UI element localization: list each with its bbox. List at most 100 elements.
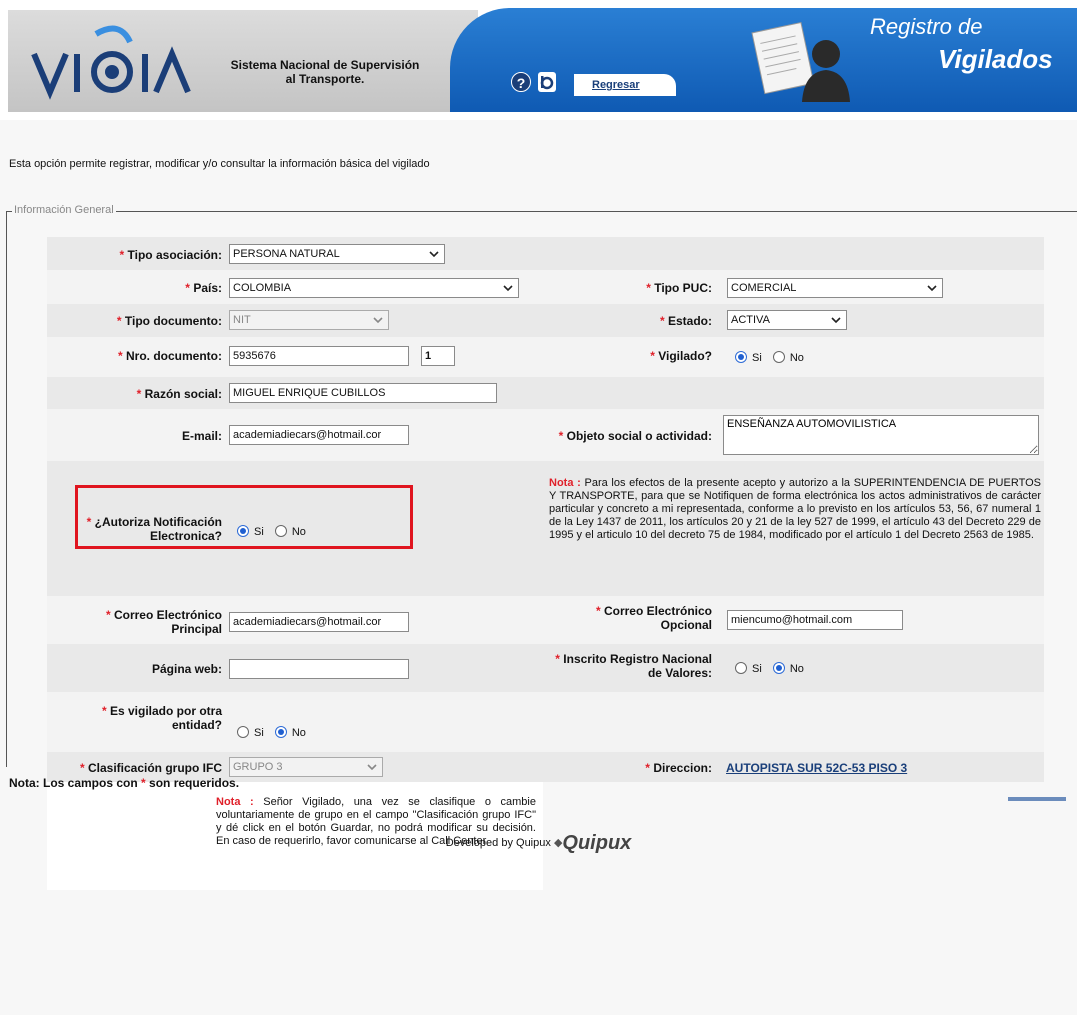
direccion-link[interactable]: AUTOPISTA SUR 52C-53 PISO 3 [726, 761, 907, 775]
regresar-link[interactable]: Regresar [592, 79, 640, 91]
tipo-puc-select[interactable]: COMERCIAL [727, 278, 943, 298]
footer-divider [1008, 797, 1066, 801]
row-nro-documento: * Nro. documento: 5935676 1 * Vigilado? … [47, 337, 1044, 377]
chevron-down-icon [927, 285, 937, 292]
otra-entidad-radio-group: Si No [237, 726, 314, 740]
chevron-down-icon [367, 764, 377, 771]
otra-entidad-no-radio[interactable] [274, 726, 287, 738]
fieldset-border-left [6, 211, 7, 767]
nota2-title: Nota : [216, 796, 254, 808]
vigilado-no-radio[interactable] [772, 351, 785, 363]
row-otra-entidad: * Es vigilado por otra entidad? Si No [47, 692, 1044, 752]
otra-entidad-line2: entidad? [172, 718, 222, 732]
otra-entidad-si-radio[interactable] [237, 726, 249, 738]
direccion-label-text: Direccion: [653, 761, 712, 775]
tipo-documento-select: NIT [229, 310, 389, 330]
page-header: Sistema Nacional de Supervisión al Trans… [0, 0, 1077, 120]
inscrito-si-radio[interactable] [735, 662, 747, 674]
correo-principal-line2: Principal [171, 622, 222, 636]
required-mark: * [141, 776, 146, 790]
required-mark: * [645, 761, 650, 775]
tipo-documento-label: * Tipo documento: [47, 314, 222, 328]
nro-documento-input[interactable]: 5935676 [229, 346, 409, 366]
objeto-social-label: * Objeto social o actividad: [547, 429, 712, 443]
correo-opcional-line2: Opcional [660, 618, 712, 632]
tipo-puc-label-text: Tipo PUC: [654, 281, 712, 295]
required-mark: * [119, 248, 125, 262]
vigilado-radio-group: Si No [735, 351, 812, 365]
otra-entidad-si-label: Si [254, 727, 264, 739]
razon-social-input[interactable]: MIGUEL ENRIQUE CUBILLOS [229, 383, 497, 403]
email-input[interactable]: academiadiecars@hotmail.cor [229, 425, 409, 445]
nota-notificacion: Nota : Para los efectos de la presente a… [549, 477, 1041, 542]
pais-value: COLOMBIA [233, 282, 292, 294]
required-mark: * [117, 349, 123, 363]
chevron-down-icon [373, 317, 383, 324]
row-tipo-asociacion: * Tipo asociación: PERSONA NATURAL [47, 237, 1044, 270]
help-icon[interactable]: ? [511, 72, 531, 92]
footnote-suffix: son requeridos. [149, 776, 240, 790]
pais-label: * País: [47, 281, 222, 295]
estado-select[interactable]: ACTIVA [727, 310, 847, 330]
nota-text: Para los efectos de la presente acepto y… [549, 477, 1041, 541]
nro-documento-label-text: Nro. documento: [126, 349, 222, 363]
developed-by: Developed by Quipux ◆Quipux [0, 832, 1077, 855]
correo-opcional-label: * Correo Electrónico Opcional [547, 604, 712, 632]
row-pagina-web: Página web: * Inscrito Registro Nacional… [47, 644, 1044, 692]
required-mark: * [185, 281, 190, 295]
inscrito-rnv-line1: Inscrito Registro Nacional [563, 652, 712, 666]
row-tipo-documento: * Tipo documento: NIT * Estado: ACTIVA [47, 304, 1044, 337]
pais-label-text: País: [193, 281, 222, 295]
required-mark: * [116, 314, 122, 328]
estado-label: * Estado: [547, 314, 712, 328]
correo-principal-line1: Correo Electrónico [113, 608, 222, 622]
required-mark: * [555, 652, 560, 666]
pagina-web-input[interactable] [229, 659, 409, 679]
objeto-social-label-text: Objeto social o actividad: [566, 429, 712, 443]
correo-principal-input[interactable]: academiadiecars@hotmail.cor [229, 612, 409, 632]
tipo-asociacion-label: * Tipo asociación: [47, 248, 222, 262]
correo-principal-label: * Correo Electrónico Principal [47, 608, 222, 636]
tipo-documento-label-text: Tipo documento: [124, 314, 222, 328]
required-mark: * [659, 314, 665, 328]
correo-opcional-input[interactable]: miencumo@hotmail.com [727, 610, 903, 630]
required-mark: * [558, 429, 564, 443]
inscrito-no-radio[interactable] [772, 662, 785, 674]
document-user-icon [751, 21, 850, 102]
pais-select[interactable]: COLOMBIA [229, 278, 519, 298]
tipo-asociacion-label-text: Tipo asociación: [127, 248, 222, 262]
tipo-puc-label: * Tipo PUC: [547, 281, 712, 295]
inscrito-rnv-radio-group: Si No [735, 662, 812, 676]
clasificacion-ifc-label: * Clasificación grupo IFC [47, 761, 222, 775]
row-pais: * País: COLOMBIA * Tipo PUC: COMERCIAL [47, 270, 1044, 304]
row-email: E-mail: academiadiecars@hotmail.cor * Ob… [47, 409, 1044, 461]
tipo-documento-value: NIT [233, 314, 251, 326]
header-title-line1: Registro de [870, 14, 983, 39]
system-name: Sistema Nacional de Supervisión al Trans… [220, 58, 430, 86]
fieldset-border-top [6, 211, 1077, 212]
inscrito-rnv-label: * Inscrito Registro Nacional de Valores: [547, 652, 712, 680]
back-arrow-icon[interactable] [538, 72, 556, 92]
otra-entidad-no-label: No [291, 727, 306, 739]
vigilado-si-radio[interactable] [735, 351, 747, 363]
objeto-social-textarea[interactable]: ENSEÑANZA AUTOMOVILISTICA [723, 415, 1039, 455]
clasificacion-ifc-select: GRUPO 3 [229, 757, 383, 777]
system-name-line2: al Transporte. [285, 72, 365, 86]
developed-by-text: Developed by Quipux [445, 837, 551, 849]
estado-value: ACTIVA [731, 314, 770, 326]
required-mark: * [79, 761, 85, 775]
header-title-line2: Vigilados [938, 44, 1053, 74]
correo-opcional-line1: Correo Electrónico [603, 604, 712, 618]
inscrito-rnv-line2: de Valores: [647, 666, 712, 680]
otra-entidad-label: * Es vigilado por otra entidad? [47, 704, 222, 732]
digito-verificacion-input[interactable]: 1 [421, 346, 455, 366]
footnote-prefix: Nota: Los campos con [9, 776, 138, 790]
tipo-asociacion-select[interactable]: PERSONA NATURAL [229, 244, 445, 264]
nro-documento-label: * Nro. documento: [47, 349, 222, 363]
intro-text: Esta opción permite registrar, modificar… [9, 158, 430, 170]
vigia-logo [31, 25, 191, 100]
razon-social-label: * Razón social: [47, 387, 222, 401]
tipo-asociacion-value: PERSONA NATURAL [233, 248, 340, 260]
email-label: E-mail: [181, 429, 222, 443]
vigilado-no-label: No [789, 352, 804, 364]
